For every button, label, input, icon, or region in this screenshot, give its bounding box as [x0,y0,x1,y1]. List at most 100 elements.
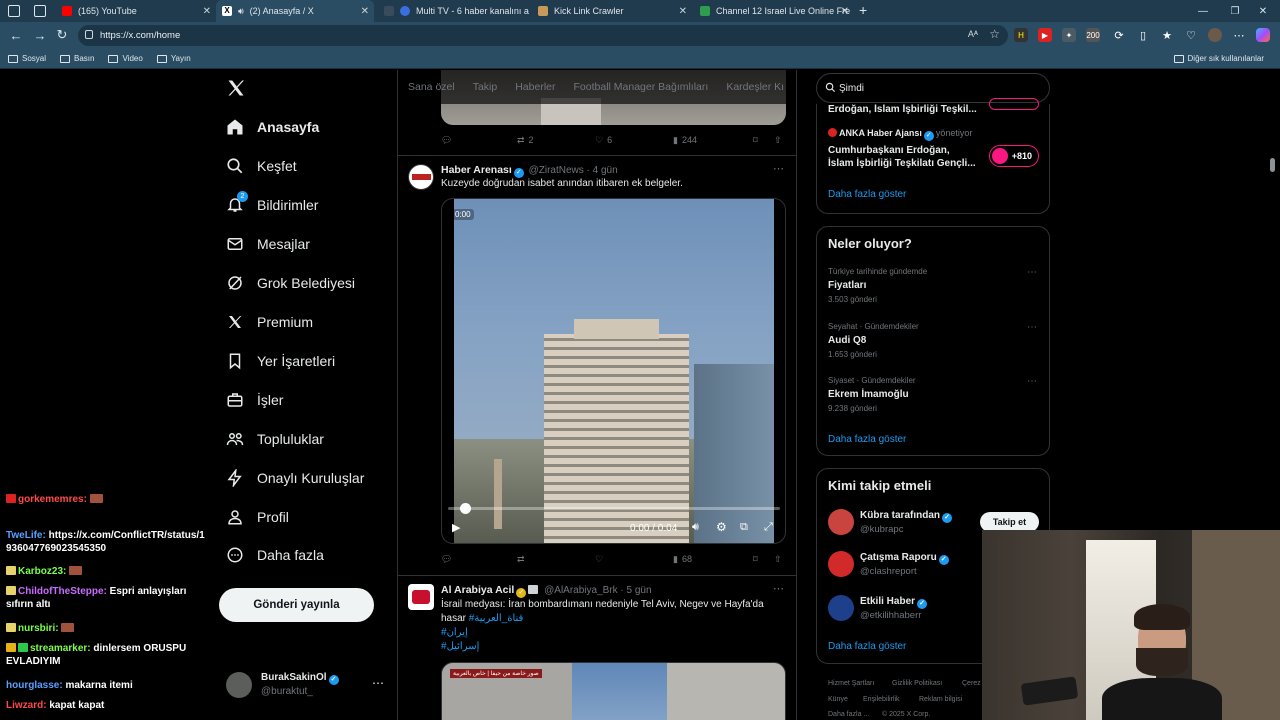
tweet[interactable]: Al Arabiya Acil ✓ @AlArabiya_Brk · 5 gün … [398,576,796,720]
settings-icon[interactable]: ⚙ [716,520,727,534]
show-more-link[interactable]: Daha fazla göster [828,641,906,652]
close-icon[interactable]: ✕ [361,6,369,17]
reload-button[interactable]: ↻ [50,23,74,47]
like-button[interactable]: ♡ 6 [595,135,612,146]
hashtag-link[interactable]: #إيران [441,627,468,638]
close-icon[interactable]: ✕ [203,6,211,17]
new-tab-button[interactable]: + [859,2,867,18]
more-icon[interactable]: ⋯ [1027,267,1038,278]
tab-kardesler[interactable]: Kardeşler Kı [726,81,784,93]
nav-home[interactable]: Anasayfa [225,114,319,140]
nav-jobs[interactable]: İşler [225,387,283,413]
close-icon[interactable]: ✕ [841,6,849,17]
retweet-button[interactable]: ⇄ 2 [517,135,534,146]
more-icon[interactable]: ⋯ [372,676,384,690]
bookmark-icon[interactable]: ⌑ [753,135,758,146]
tab-for-you[interactable]: Sana özel [408,81,455,93]
tweet[interactable]: Haber Arenası ✓ @ZiratNews · 4 gün ⋯ Kuze… [398,156,796,574]
favorite-star-icon[interactable]: ☆ [989,27,1000,41]
heart-icon[interactable]: ♡ [595,554,603,565]
follow-button[interactable]: Takip et [980,512,1039,532]
other-bookmarks[interactable]: Diğer sık kullanılanlar [1173,54,1264,63]
nav-notifications[interactable]: 2 Bildirimler [225,191,318,218]
video-frame [454,199,774,543]
speaker-icon[interactable]: 🔊︎ [238,6,244,17]
more-icon[interactable]: ⋯ [773,162,784,175]
close-icon[interactable]: ✕ [679,6,687,17]
chat-message: nursbiri: [6,622,206,635]
forward-button[interactable]: → [28,23,52,47]
nav-grok[interactable]: Grok Belediyesi [225,270,355,296]
more-icon[interactable]: ⋯ [773,582,784,595]
browser-essentials-icon[interactable]: ♡ [1184,28,1198,42]
tab-youtube[interactable]: (165) YouTube ✕ [56,0,216,22]
favorites-icon[interactable]: ★ [1160,28,1174,42]
volume-icon[interactable]: 🔊︎ [692,521,699,534]
more-icon[interactable]: ⋯ [1027,322,1038,333]
reply-icon[interactable]: 💬︎ [441,554,452,565]
streamer [1102,604,1222,720]
tab-news[interactable]: Haberler [515,81,555,93]
post-button[interactable]: Gönderi yayınla [219,588,374,622]
more-icon[interactable]: ⋯ [1027,376,1038,387]
bookmark-folder-video[interactable]: Video [108,54,143,63]
share-icon[interactable]: ⇧ [774,135,782,146]
read-aloud-icon[interactable]: Aᴬ [968,29,978,39]
play-icon[interactable]: ▶ [452,521,460,534]
account-switcher[interactable]: BurakSakinOl ✓ @buraktut_ ⋯ [226,670,386,702]
scrollbar[interactable] [1270,158,1275,172]
nav-profile[interactable]: Profil [225,504,289,530]
nav-premium[interactable]: Premium [225,309,313,335]
nav-bookmarks[interactable]: Yer İşaretleri [225,348,335,374]
views-button[interactable]: ▮ 244 [673,135,697,146]
bookmark-folder-basin[interactable]: Basın [60,54,94,63]
nav-explore[interactable]: Keşfet [225,153,297,179]
extensions-icon[interactable]: ⟳ [1112,28,1126,42]
pip-icon[interactable]: ⧉ [740,521,748,534]
nav-communities[interactable]: Topluluklar [225,426,324,452]
live-headline[interactable]: Cumhurbaşkanı Erdoğan, İslam İşbirliği T… [828,144,978,170]
extension-counter-icon[interactable]: 200 [1086,28,1100,42]
x-logo-icon[interactable] [226,78,246,98]
tab-actions-icon[interactable] [34,5,46,17]
video-progress-handle[interactable] [460,503,471,514]
bookmark-folder-yayin[interactable]: Yayın [156,54,191,63]
split-screen-icon[interactable]: ▯ [1136,28,1150,42]
extension-h-icon[interactable]: H [1014,28,1028,42]
share-icon[interactable]: ⇧ [774,554,782,565]
source-avatar [828,128,837,137]
tab-multi-tv[interactable]: Multi TV - 6 haber kanalını a [378,0,530,22]
minimize-button[interactable]: — [1186,0,1220,22]
tab-x-home[interactable]: X 🔊︎ (2) Anasayfa / X ✕ [216,0,374,22]
profile-avatar[interactable] [1208,28,1222,42]
video-progress-bar[interactable] [448,503,780,514]
nav-messages[interactable]: Mesajlar [225,231,310,257]
tweet-image[interactable]: صور خاصة من حيفا | خاص بالعربية [441,662,786,720]
hashtag-link[interactable]: #قناة_العربية [469,613,524,624]
bookmark-icon[interactable]: ⌑ [753,554,758,565]
tab-channel12[interactable]: Channel 12 Israel Live Online Fre ✕ [694,0,854,22]
retweet-icon[interactable]: ⇄ [517,554,525,565]
extension-puzzle-icon[interactable]: ✦ [1062,28,1076,42]
video-player[interactable]: 0:00 ▶ 0:00 / 0:04 🔊︎ ⚙ ⧉ ⤢ [441,198,786,544]
fullscreen-icon[interactable]: ⤢ [764,521,773,534]
extension-red-icon[interactable]: ▶ [1038,28,1052,42]
close-window-button[interactable]: ✕ [1246,0,1280,22]
back-button[interactable]: ← [4,23,28,47]
tab-kick-crawler[interactable]: Kick Link Crawler ✕ [532,0,692,22]
hashtag-link[interactable]: #إسرائيل [441,641,479,652]
bookmark-folder-sosyal[interactable]: Sosyal [8,54,46,63]
reply-icon[interactable]: 💬︎ [441,135,452,146]
nav-verified-orgs[interactable]: Onaylı Kuruluşlar [225,465,364,491]
tab-following[interactable]: Takip [473,81,498,93]
show-more-link[interactable]: Daha fazla göster [828,434,906,445]
show-more-link[interactable]: Daha fazla göster [828,189,906,200]
views-button[interactable]: ▮ 68 [673,554,692,565]
address-input[interactable]: https://x.com/home ☆ Aᴬ [78,25,1008,46]
settings-more-icon[interactable]: ⋯ [1232,28,1246,42]
live-listeners[interactable]: +810 [989,145,1039,167]
nav-more[interactable]: Daha fazla [225,542,324,568]
copilot-icon[interactable] [1256,28,1270,42]
tab-football-manager[interactable]: Football Manager Bağımlıları [574,81,709,93]
workspaces-icon[interactable] [8,5,20,17]
